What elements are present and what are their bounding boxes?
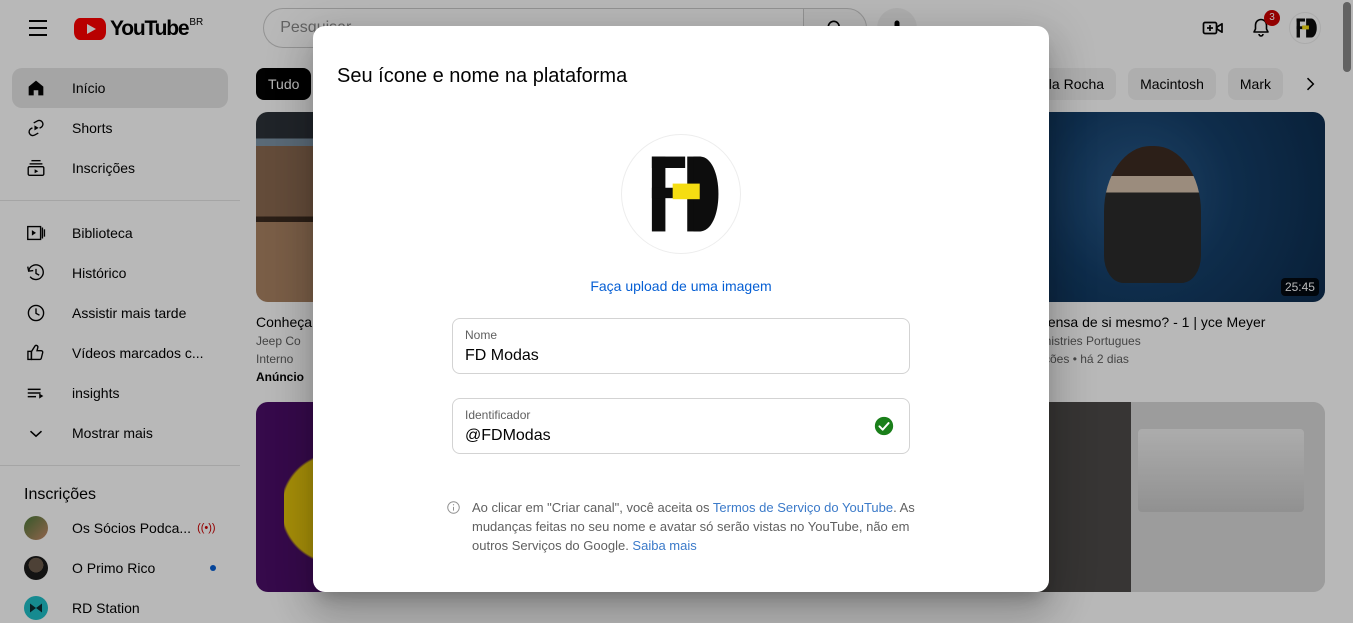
handle-input[interactable]: @FDModas bbox=[465, 424, 897, 448]
sidebar-item-label: Biblioteca bbox=[72, 225, 133, 241]
avatar bbox=[24, 596, 48, 620]
guide-menu-button[interactable] bbox=[18, 8, 58, 48]
avatar bbox=[24, 556, 48, 580]
chip-mark[interactable]: Mark bbox=[1227, 68, 1283, 100]
terms-of-service-link[interactable]: Termos de Serviço do YouTube bbox=[713, 500, 893, 515]
scrollbar-thumb[interactable] bbox=[1343, 2, 1351, 72]
sidebar-item-historico[interactable]: Histórico bbox=[12, 253, 228, 293]
hamburger-icon-bar bbox=[29, 27, 47, 29]
sidebar-item-videos-marcados[interactable]: Vídeos marcados c... bbox=[12, 333, 228, 373]
account-avatar[interactable] bbox=[1289, 12, 1321, 44]
channel-handle-field[interactable]: Identificador @FDModas bbox=[452, 398, 910, 454]
subscriptions-icon bbox=[24, 156, 48, 180]
video-camera-plus-icon bbox=[1202, 21, 1223, 35]
sidebar-item-biblioteca[interactable]: Biblioteca bbox=[12, 213, 228, 253]
sidebar-item-label: insights bbox=[72, 385, 120, 401]
field-label: Nome bbox=[465, 328, 498, 342]
chevron-right-icon[interactable] bbox=[1295, 69, 1325, 99]
learn-more-link[interactable]: Saiba mais bbox=[632, 538, 696, 553]
notification-badge: 3 bbox=[1264, 10, 1280, 26]
rd-logo-icon bbox=[30, 603, 42, 613]
home-icon bbox=[24, 76, 48, 100]
check-circle-icon bbox=[873, 415, 895, 437]
upload-image-link[interactable]: Faça upload de uma imagem bbox=[313, 278, 1049, 294]
shorts-icon bbox=[24, 116, 48, 140]
sidebar-guide: Início Shorts Inscrições Biblioteca Hist… bbox=[0, 56, 240, 623]
sidebar-subscription-o-primo-rico[interactable]: O Primo Rico bbox=[12, 548, 228, 588]
channel-avatar-preview[interactable] bbox=[621, 134, 741, 254]
sidebar-section-heading: Inscrições bbox=[24, 486, 97, 503]
hamburger-icon-bar bbox=[29, 20, 47, 22]
fd-logo-icon bbox=[1296, 18, 1317, 38]
sidebar-subscription-rd-station[interactable]: RD Station bbox=[12, 588, 228, 623]
youtube-wordmark: YouTube bbox=[110, 16, 190, 40]
sidebar-item-label: Vídeos marcados c... bbox=[72, 345, 204, 361]
dialog-title: Seu ícone e nome na plataforma bbox=[337, 65, 628, 87]
info-icon bbox=[446, 500, 462, 555]
youtube-logo[interactable]: YouTube BR bbox=[74, 16, 203, 41]
live-badge-icon: ((•)) bbox=[197, 522, 216, 534]
sidebar-item-label: Histórico bbox=[72, 265, 127, 281]
sidebar-item-mostrar-mais[interactable]: Mostrar mais bbox=[12, 413, 228, 453]
sidebar-item-label: Início bbox=[72, 80, 106, 96]
chevron-down-icon bbox=[24, 421, 48, 445]
youtube-country-code: BR bbox=[189, 16, 204, 28]
terms-disclaimer: Ao clicar em "Criar canal", você aceita … bbox=[446, 498, 916, 555]
sidebar-subscription-os-socios[interactable]: Os Sócios Podca... ((•)) bbox=[12, 508, 228, 548]
create-video-button[interactable] bbox=[1193, 8, 1233, 48]
sidebar-item-label: RD Station bbox=[72, 600, 140, 616]
sidebar-item-inscricoes[interactable]: Inscrições bbox=[12, 148, 228, 188]
notifications-button[interactable]: 3 bbox=[1241, 8, 1281, 48]
sidebar-item-shorts[interactable]: Shorts bbox=[12, 108, 228, 148]
sidebar-item-assistir-mais-tarde[interactable]: Assistir mais tarde bbox=[12, 293, 228, 333]
chip-macintosh[interactable]: Macintosh bbox=[1128, 68, 1216, 100]
youtube-play-icon bbox=[74, 17, 106, 40]
chip-tudo[interactable]: Tudo bbox=[256, 68, 312, 100]
disclaimer-part-1: Ao clicar em "Criar canal", você aceita … bbox=[472, 500, 713, 515]
sidebar-item-label: Os Sócios Podca... bbox=[72, 520, 192, 536]
youtube-page: YouTube BR Pesquisar 3 Início Shorts Ins… bbox=[0, 0, 1353, 623]
avatar bbox=[24, 516, 48, 540]
masthead-actions: 3 bbox=[1193, 8, 1325, 48]
thumbs-up-icon bbox=[24, 341, 48, 365]
sidebar-divider bbox=[0, 200, 240, 201]
sidebar-item-inicio[interactable]: Início bbox=[12, 68, 228, 108]
history-icon bbox=[24, 261, 48, 285]
sidebar-item-label: Mostrar mais bbox=[72, 425, 153, 441]
name-input[interactable]: FD Modas bbox=[465, 344, 897, 368]
sidebar-item-label: Assistir mais tarde bbox=[72, 305, 187, 321]
new-content-dot bbox=[210, 565, 216, 571]
disclaimer-text: Ao clicar em "Criar canal", você aceita … bbox=[472, 498, 916, 555]
channel-name-field[interactable]: Nome FD Modas bbox=[452, 318, 910, 374]
page-scrollbar[interactable] bbox=[1341, 0, 1353, 623]
field-label: Identificador bbox=[465, 408, 531, 422]
clock-icon bbox=[24, 301, 48, 325]
hamburger-icon-bar bbox=[29, 34, 47, 36]
sidebar-item-label: O Primo Rico bbox=[72, 560, 156, 576]
sidebar-item-label: Inscrições bbox=[72, 160, 136, 176]
sidebar-divider bbox=[0, 465, 240, 466]
sidebar-item-label: Shorts bbox=[72, 120, 113, 136]
sidebar-item-insights[interactable]: insights bbox=[12, 373, 228, 413]
fd-logo-icon bbox=[651, 156, 719, 232]
video-duration-badge: 25:45 bbox=[1280, 278, 1319, 296]
playlist-icon bbox=[24, 381, 48, 405]
library-icon bbox=[24, 221, 48, 245]
channel-creation-dialog: Seu ícone e nome na plataforma Faça uplo… bbox=[313, 26, 1049, 592]
